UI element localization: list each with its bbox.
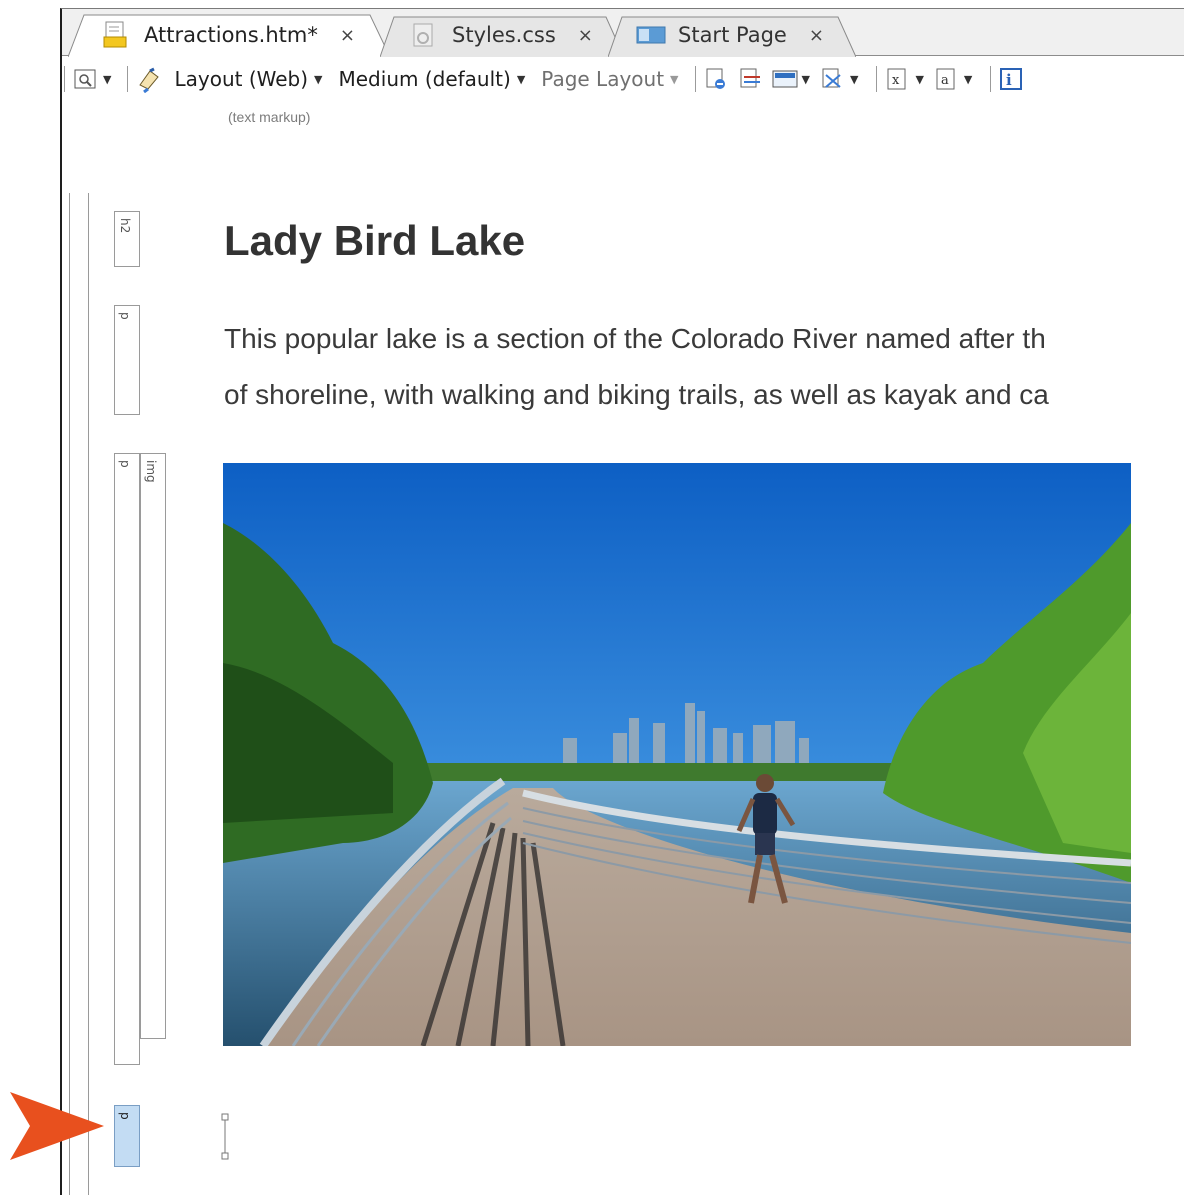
lake-photo-illustration [223,463,1131,1046]
svg-text:i: i [1006,71,1012,89]
toolbar-separator [990,66,992,92]
start-page-icon [636,21,666,49]
chevron-down-icon: ▼ [915,72,924,86]
layout-label: Layout (Web) [174,67,309,91]
toolbar-separator [64,66,65,92]
snippet-icon: a [934,67,958,91]
close-tab-icon[interactable]: × [340,25,355,46]
medium-label: Medium (default) [338,67,511,91]
lake-boardwalk-image[interactable] [223,463,1131,1046]
structure-bar-p-selected[interactable]: p [114,1105,140,1167]
insert-cross-reference-icon[interactable] [738,67,762,91]
variable-icon: x [885,67,909,91]
layout-dropdown[interactable]: Layout (Web) ▼ [174,67,322,91]
toolbar-separator [694,66,696,92]
editor-window: Attractions.htm* × Styles.css × Start Pa… [60,8,1184,1195]
chevron-down-icon: ▼ [963,72,973,86]
structure-bars: h2 p p img p [62,193,202,1195]
paragraph-line: This popular lake is a section of the Co… [224,323,1046,354]
close-tab-icon[interactable]: × [578,25,593,46]
tab-styles[interactable]: Styles.css × [380,13,624,57]
text-insertion-cursor [219,1113,231,1168]
close-tab-icon[interactable]: × [809,25,824,46]
structure-bar-label: p [118,1112,132,1120]
chevron-down-icon: ▼ [670,72,679,86]
chevron-down-icon: ▼ [516,72,526,86]
insert-variable-button[interactable]: x ▼ [885,67,924,91]
structure-bar-label: img [144,460,158,483]
chevron-down-icon: ▼ [314,72,323,86]
tab-label: Attractions.htm* [144,23,318,47]
tab-start-page[interactable]: Start Page × [608,13,856,57]
svg-text:a: a [941,73,949,88]
page-layout-label: Page Layout [541,67,665,91]
insert-link-icon[interactable] [704,67,728,91]
page-layout-dropdown[interactable]: Page Layout ▼ [541,67,678,91]
body-paragraph[interactable]: This popular lake is a section of the Co… [224,311,1184,423]
tab-attractions[interactable]: Attractions.htm* × [68,13,390,57]
insert-image-button[interactable]: ▼ [772,67,810,91]
tab-label: Styles.css [452,23,556,47]
editor-toolbar: ▼ Layout (Web) ▼ Medium (default) ▼ Page… [62,57,1184,101]
orange-pointer-arrow-icon [10,1090,106,1167]
svg-text:x: x [892,73,900,88]
toolbar-separator [876,66,878,92]
chevron-down-icon[interactable]: ▼ [103,73,111,86]
medium-dropdown[interactable]: Medium (default) ▼ [339,67,526,91]
paragraph-line: of shoreline, with walking and biking tr… [224,379,1049,410]
structure-bar-label: p [118,460,132,468]
document-content[interactable]: Lady Bird Lake This popular lake is a se… [202,193,1184,1195]
insert-snippet-button[interactable]: a ▼ [934,67,972,91]
chevron-down-icon: ▼ [849,72,859,86]
structure-bar-img[interactable]: img [140,453,166,1039]
css-file-icon [410,21,436,49]
multimedia-icon [820,67,844,91]
insert-multimedia-button[interactable]: ▼ [820,67,858,91]
structure-bar-p[interactable]: p [114,305,140,415]
preview-icon [73,67,97,91]
structure-bar-label: h2 [118,218,132,234]
tab-label: Start Page [678,23,787,47]
image-icon [772,67,798,91]
format-painter-icon[interactable] [136,67,160,94]
insert-info-icon[interactable]: i [999,67,1023,91]
tab-strip: Attractions.htm* × Styles.css × Start Pa… [62,9,1184,57]
structure-bar-label: p [118,312,132,320]
toolbar-separator [127,66,129,92]
preview-button[interactable]: ▼ [73,67,111,91]
page-heading[interactable]: Lady Bird Lake [224,217,525,265]
structure-bar-h2[interactable]: h2 [114,211,140,267]
structure-outer-bar [69,193,89,1195]
chevron-down-icon: ▼ [801,72,810,86]
html-file-icon [102,21,128,49]
text-markup-label: (text markup) [228,109,311,125]
structure-bar-p[interactable]: p [114,453,140,1065]
